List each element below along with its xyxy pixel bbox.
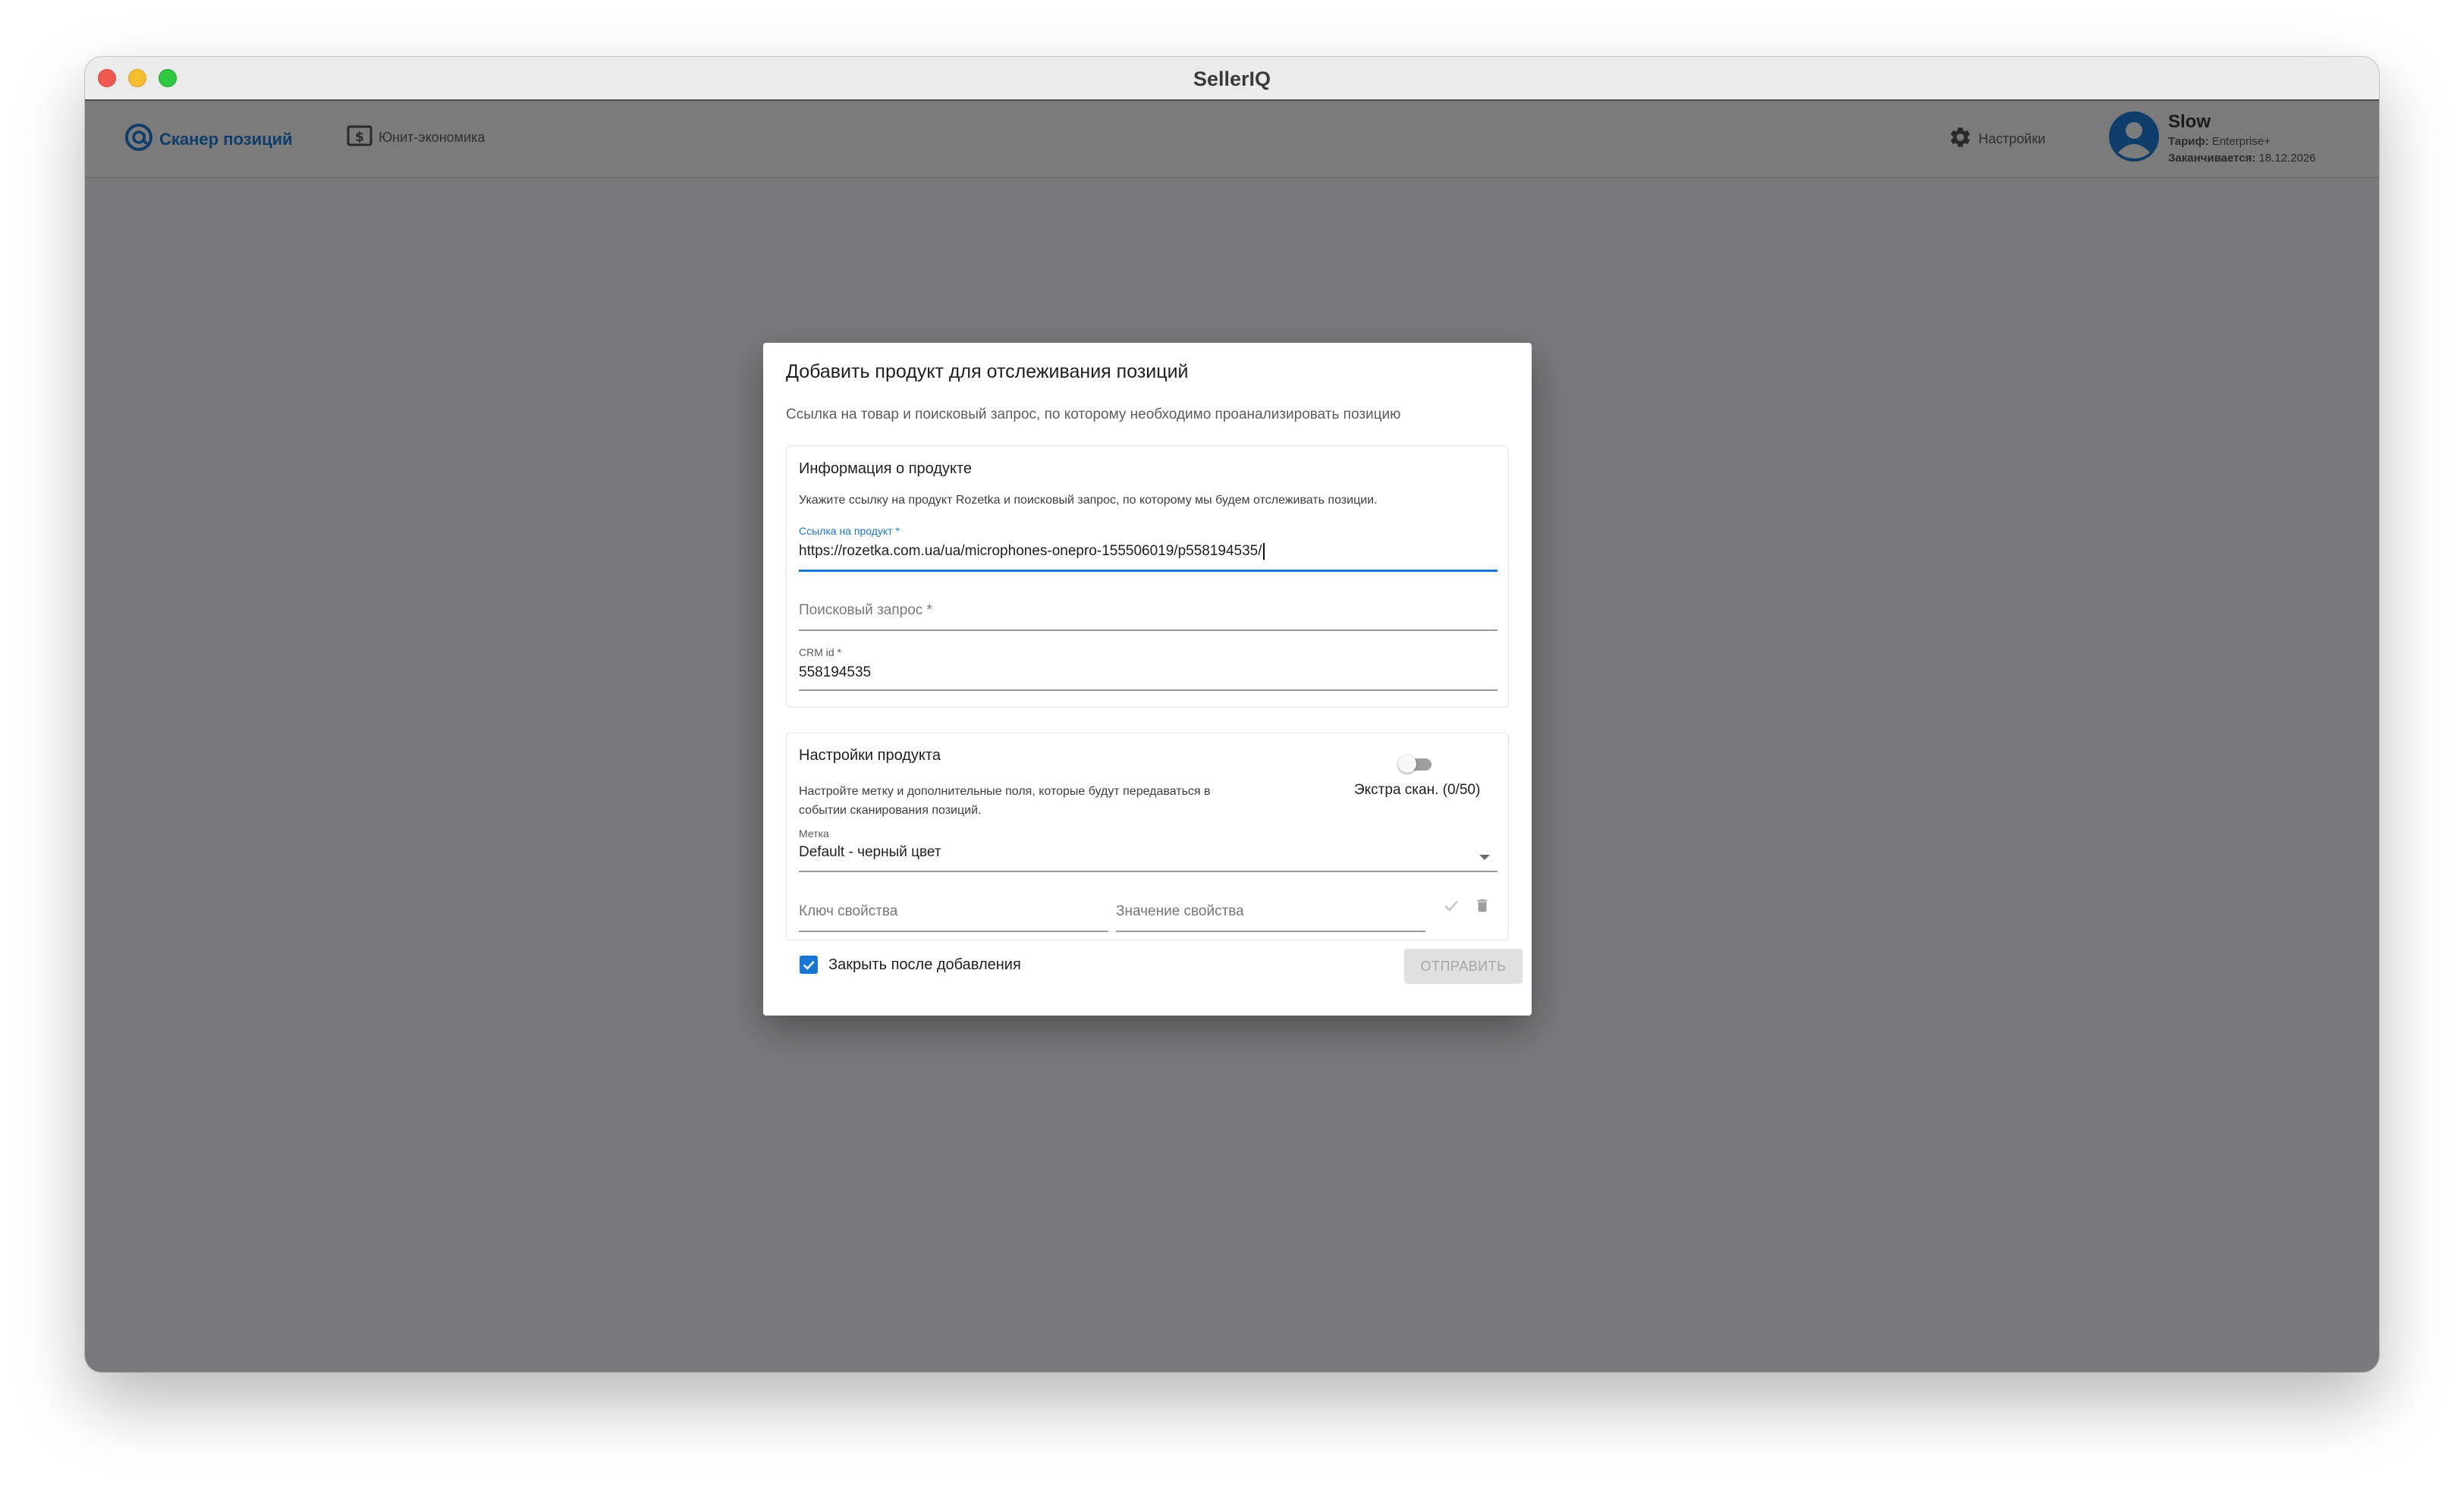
dollar-box-icon: $: [347, 125, 372, 150]
user-expires: Заканчивается: 18.12.2026: [2168, 149, 2316, 168]
close-after-add-checkbox[interactable]: Закрыть после добавления: [800, 956, 1021, 974]
confirm-property-button[interactable]: [1440, 894, 1463, 917]
property-key-input[interactable]: Ключ свойства: [799, 903, 897, 920]
toggle-thumb: [1398, 755, 1416, 773]
crm-id-input[interactable]: 558194535: [799, 664, 871, 681]
product-link-label: Ссылка на продукт *: [799, 525, 900, 537]
tag-value: Default - черный цвет: [799, 844, 941, 860]
delete-property-button[interactable]: [1471, 894, 1494, 917]
extra-scan-label: Экстра скан. (0/50): [1354, 782, 1481, 798]
search-query-underline: [799, 629, 1498, 631]
crm-id-underline: [799, 689, 1498, 691]
user-info: Slow Тариф: Enterprise+ Заканчивается: 1…: [2168, 111, 2316, 168]
nav-unit-economics[interactable]: $ Юнит-экономика: [347, 125, 485, 150]
dialog-title: Добавить продукт для отслеживания позици…: [786, 361, 1189, 382]
tag-label: Метка: [799, 827, 829, 840]
user-plan-value: Enterprise+: [2211, 135, 2271, 148]
dialog-subtitle: Ссылка на товар и поисковый запрос, по к…: [786, 407, 1401, 422]
product-link-field[interactable]: Ссылка на продукт * https://rozetka.com.…: [799, 525, 1498, 572]
submit-button[interactable]: ОТПРАВИТЬ: [1404, 949, 1523, 984]
app-bar: Сканер позиций $ Юнит-экономика Настройк…: [85, 101, 2379, 178]
property-value-underline: [1116, 931, 1425, 932]
account-circle-icon: [2109, 111, 2159, 162]
user-plan: Тариф: Enterprise+: [2168, 133, 2316, 151]
crm-id-field[interactable]: CRM id * 558194535: [799, 646, 1498, 692]
property-value-input[interactable]: Значение свойства: [1116, 903, 1244, 920]
product-settings-description-line1: Настройте метку и дополнительные поля, к…: [799, 785, 1211, 798]
add-product-dialog: Добавить продукт для отслеживания позици…: [763, 343, 1532, 1016]
user-plan-key: Тариф:: [2168, 135, 2209, 148]
user-profile[interactable]: Slow Тариф: Enterprise+ Заканчивается: 1…: [2109, 111, 2316, 168]
tag-underline: [799, 871, 1498, 872]
chevron-down-icon: [1479, 855, 1490, 860]
extra-scan-toggle[interactable]: [1398, 753, 1435, 774]
product-link-input[interactable]: https://rozetka.com.ua/ua/microphones-on…: [799, 543, 1265, 560]
trash-icon: [1477, 899, 1488, 912]
nav-settings-label: Настройки: [1978, 131, 2046, 146]
product-info-title: Информация о продукте: [799, 460, 973, 477]
check-icon: [1444, 900, 1458, 912]
product-info-description: Укажите ссылку на продукт Rozetka и поис…: [799, 494, 1378, 507]
product-settings-title: Настройки продукта: [799, 747, 941, 764]
property-key-field[interactable]: Ключ свойства: [799, 903, 1108, 934]
nav-settings[interactable]: Настройки: [1948, 125, 2045, 153]
product-link-value: https://rozetka.com.ua/ua/microphones-on…: [799, 543, 1262, 560]
user-expires-key: Заканчивается:: [2168, 152, 2256, 165]
nav-scanner[interactable]: Сканер позиций: [124, 123, 293, 155]
nav-unit-label: Юнит-экономика: [379, 130, 486, 145]
product-settings-description: Настройте метку и дополнительные поля, к…: [799, 782, 1211, 820]
window-title: SellerIQ: [1193, 68, 1271, 90]
close-after-add-label: Закрыть после добавления: [828, 956, 1021, 973]
at-sign-icon: [124, 123, 153, 155]
title-bar: SellerIQ: [85, 57, 2379, 101]
user-name: Slow: [2168, 111, 2211, 132]
tag-select[interactable]: Метка Default - черный цвет: [799, 827, 1498, 873]
svg-text:$: $: [355, 130, 364, 145]
property-value-field[interactable]: Значение свойства: [1116, 903, 1425, 934]
text-caret: [1262, 543, 1265, 560]
search-query-input[interactable]: Поисковый запрос *: [799, 602, 932, 619]
gear-icon: [1948, 125, 1972, 153]
property-key-underline: [799, 931, 1108, 932]
product-settings-card: Настройки продукта Настройте метку и доп…: [786, 733, 1509, 940]
nav-scanner-label: Сканер позиций: [159, 129, 293, 149]
search-query-field[interactable]: Поисковый запрос *: [799, 602, 1498, 633]
checkmark-icon: [800, 956, 818, 974]
user-expires-value: 18.12.2026: [2258, 152, 2316, 165]
product-link-underline: [799, 570, 1498, 572]
product-settings-description-line2: событии сканирования позиций.: [799, 804, 982, 817]
crm-id-label: CRM id *: [799, 646, 842, 658]
product-info-card: Информация о продукте Укажите ссылку на …: [786, 445, 1509, 708]
